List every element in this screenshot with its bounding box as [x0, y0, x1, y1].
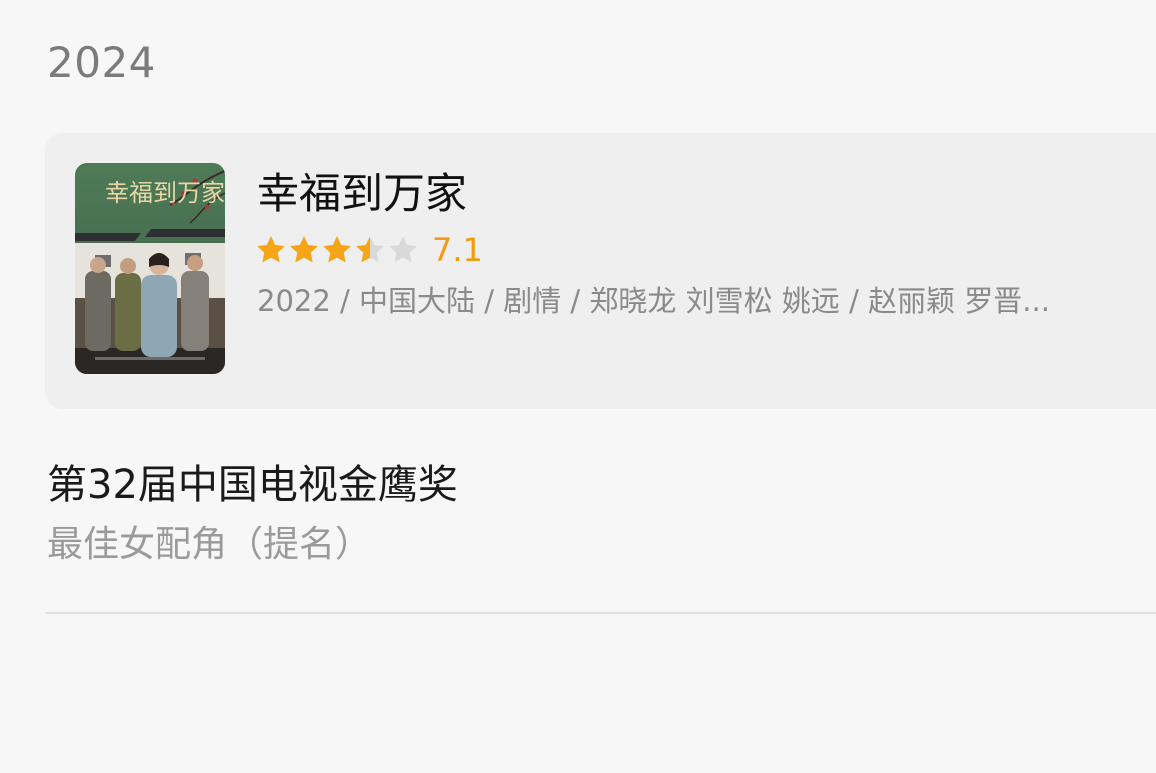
work-meta: 2022 / 中国大陆 / 剧情 / 郑晓龙 刘雪松 姚远 / 赵丽颖 罗晋..… [257, 284, 1050, 318]
work-title[interactable]: 幸福到万家 [257, 169, 467, 219]
page: 2024 幸福到万家 幸福到万家 7.1 2022 / 中国大陆 / 剧情 / … [0, 0, 1156, 773]
star-rating [255, 234, 420, 266]
star-icon [356, 236, 384, 263]
star-icon [389, 236, 417, 263]
star-icon [323, 236, 351, 263]
poster-title-text: 幸福到万家 [105, 179, 225, 207]
year-heading: 2024 [47, 38, 156, 87]
rating-row: 7.1 [255, 230, 483, 270]
award-name: 第32届中国电视金鹰奖 [47, 462, 458, 508]
poster-image[interactable]: 幸福到万家 [75, 163, 225, 374]
star-icon [257, 236, 285, 263]
rating-score: 7.1 [432, 231, 483, 269]
work-card[interactable]: 幸福到万家 幸福到万家 7.1 2022 / 中国大陆 / 剧情 / 郑晓龙 刘… [45, 133, 1156, 409]
poster-art: 幸福到万家 [75, 163, 225, 374]
divider [45, 612, 1156, 614]
award-category: 最佳女配角（提名） [47, 524, 372, 565]
star-icon [290, 236, 318, 263]
